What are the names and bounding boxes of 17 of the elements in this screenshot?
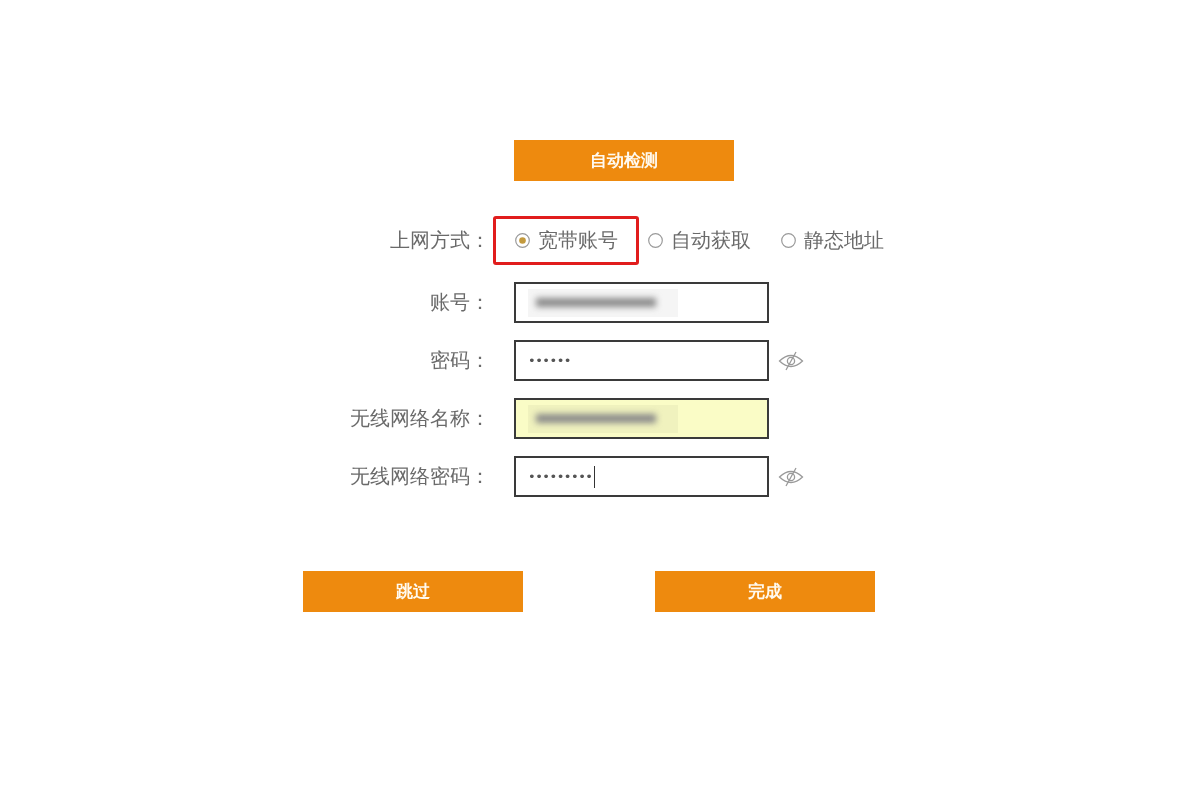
radio-button[interactable] xyxy=(515,233,530,248)
radio-button[interactable] xyxy=(648,233,663,248)
field-label: 无线网络密码： xyxy=(350,463,490,490)
text-field[interactable] xyxy=(514,282,769,323)
hidden-eye-icon[interactable] xyxy=(778,466,804,487)
radio-option[interactable]: 静态地址 xyxy=(781,227,884,254)
password-field[interactable]: ••••••••• xyxy=(514,456,769,497)
text-field[interactable] xyxy=(514,398,769,439)
field-label: 上网方式： xyxy=(390,227,490,254)
password-field[interactable]: •••••• xyxy=(514,340,769,381)
radio-option[interactable]: 宽带账号 xyxy=(515,227,618,254)
field-label: 无线网络名称： xyxy=(350,405,490,432)
field-label: 账号： xyxy=(430,289,490,316)
hidden-eye-icon[interactable] xyxy=(778,350,804,371)
radio-button[interactable] xyxy=(781,233,796,248)
field-label: 密码： xyxy=(430,347,490,374)
radio-option[interactable]: 自动获取 xyxy=(648,227,751,254)
